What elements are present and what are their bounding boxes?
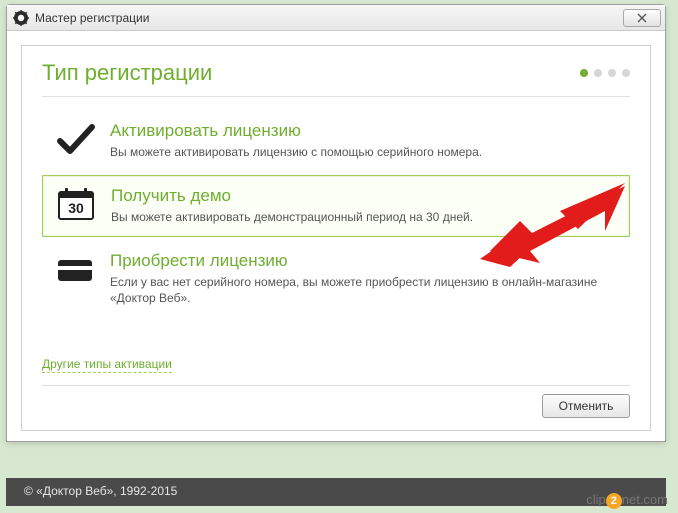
option-desc: Вы можете активировать лицензию с помощь…	[110, 144, 618, 161]
option-activate[interactable]: Активировать лицензию Вы можете активиро…	[42, 111, 630, 171]
other-activation-link[interactable]: Другие типы активации	[42, 357, 172, 373]
close-button[interactable]	[623, 9, 661, 27]
app-icon	[13, 10, 29, 26]
option-buy[interactable]: Приобрести лицензию Если у вас нет серий…	[42, 241, 630, 318]
option-desc: Если у вас нет серийного номера, вы може…	[110, 274, 618, 308]
option-title: Получить демо	[111, 186, 617, 206]
step-dot	[608, 69, 616, 77]
watermark-text: clip	[586, 492, 606, 507]
svg-text:30: 30	[68, 200, 84, 216]
option-body: Получить демо Вы можете активировать дем…	[111, 186, 617, 226]
copyright-text: © «Доктор Веб», 1992-2015	[24, 484, 177, 498]
step-dot	[580, 69, 588, 77]
option-demo[interactable]: 30 Получить демо Вы можете активировать …	[42, 175, 630, 237]
content-panel: Тип регистрации Активировать лицензию Вы	[21, 45, 651, 431]
titlebar: Мастер регистрации	[7, 5, 665, 31]
option-body: Приобрести лицензию Если у вас нет серий…	[110, 251, 618, 308]
close-icon	[636, 13, 648, 23]
card-icon	[54, 251, 96, 287]
client-area: Тип регистрации Активировать лицензию Вы	[7, 31, 665, 441]
bottom-bar: Отменить	[42, 385, 630, 418]
step-dot	[622, 69, 630, 77]
option-title: Приобрести лицензию	[110, 251, 618, 271]
cancel-button[interactable]: Отменить	[542, 394, 630, 418]
footer-bar: © «Доктор Веб», 1992-2015	[6, 478, 666, 506]
window-title: Мастер регистрации	[35, 11, 621, 25]
step-indicator	[580, 69, 630, 77]
watermark: clip2net.com	[586, 492, 668, 509]
option-title: Активировать лицензию	[110, 121, 618, 141]
checkmark-icon	[54, 121, 96, 157]
page-title: Тип регистрации	[42, 60, 212, 86]
watermark-badge: 2	[606, 493, 622, 509]
option-body: Активировать лицензию Вы можете активиро…	[110, 121, 618, 161]
step-dot	[594, 69, 602, 77]
calendar-icon: 30	[55, 186, 97, 222]
registration-wizard-window: Мастер регистрации Тип регистрации	[6, 4, 666, 442]
option-desc: Вы можете активировать демонстрационный …	[111, 209, 617, 226]
watermark-text: net.com	[622, 492, 668, 507]
header-row: Тип регистрации	[42, 60, 630, 97]
